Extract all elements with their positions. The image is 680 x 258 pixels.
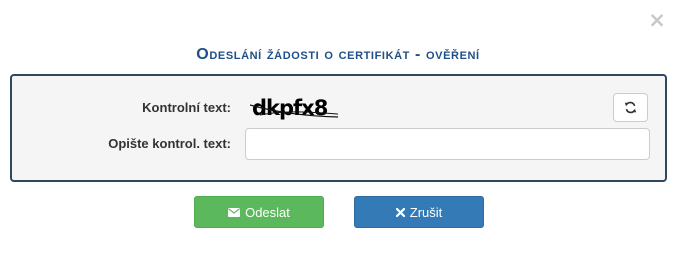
captcha-input-label: Opište kontrol. text:: [108, 136, 231, 151]
cancel-button-label: Zrušit: [409, 204, 443, 220]
captcha-panel: Kontrolní text: dkpfx8 Opište kontrol. t…: [10, 74, 667, 182]
close-icon: [395, 207, 405, 217]
send-button-label: Odeslat: [245, 204, 290, 220]
dialog-close-button[interactable]: ×: [647, 9, 667, 31]
dialog-title: Odeslání žádosti o certifikát - ověření: [196, 46, 480, 63]
captcha-refresh-button[interactable]: [613, 93, 648, 122]
envelope-icon: [228, 207, 241, 217]
send-button[interactable]: Odeslat: [194, 196, 324, 228]
refresh-icon: [624, 101, 637, 114]
cancel-button[interactable]: Zrušit: [354, 196, 484, 228]
captcha-input[interactable]: [245, 128, 650, 160]
captcha-image: dkpfx8: [250, 96, 339, 120]
captcha-label: Kontrolní text:: [142, 100, 231, 115]
